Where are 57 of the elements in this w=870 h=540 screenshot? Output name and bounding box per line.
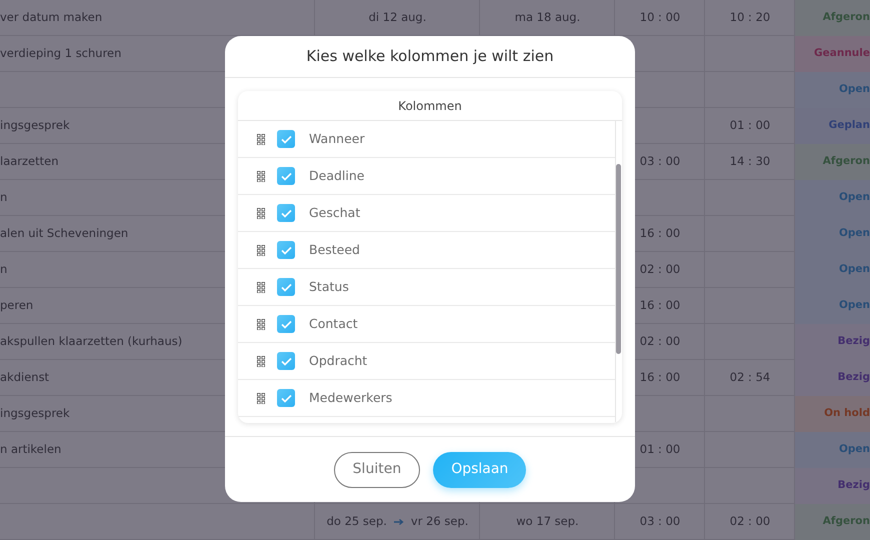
task-text: ingsgesprek [0,405,70,422]
column-label: Opdracht [309,352,368,370]
status-cell: Afgeron [795,144,870,180]
table-cell-text: 02 : 00 [638,333,682,350]
status-cell: Open [795,216,870,252]
status-cell: Open [795,252,870,288]
status-cell: Geplan [795,108,870,144]
table-cell-text: 16 : 00 [638,369,682,386]
column-label: Medewerkers [309,388,392,407]
table-cell-text: 16 : 00 [638,225,682,242]
status-cell: On hold [795,396,870,432]
modal-title: Kies welke kolommen je wilt zien [306,46,554,68]
table-cell-text: di 12 aug. [368,9,428,26]
status-cell: Bezig [795,360,870,396]
status-cell: Open [795,432,870,468]
column-label: Besteed [309,240,360,259]
table-cell-text: 02 : 00 [638,261,682,278]
column-label: Status [309,278,349,296]
date-text: do 25 sep. [326,513,387,530]
table-cell-text: ma 18 aug. [514,9,582,26]
status-cell: Afgeron [795,504,870,540]
table-cell-text: 10 : 20 [728,9,772,26]
task-text: ingsgesprek [0,117,70,134]
date-text: vr 26 sep. [410,513,468,530]
table-cell-text: 02 : 00 [728,513,772,530]
table-cell-text: 02 : 54 [728,369,772,386]
task-text: peren [0,297,34,314]
column-label: Wanneer [309,130,365,148]
task-text: ver datum maken [0,9,102,26]
table-cell-text: wo 17 sep. [515,513,580,530]
table-cell-text: 10 : 00 [638,9,682,26]
status-cell: Geannule [795,36,870,72]
table-cell-text: 16 : 00 [638,297,682,314]
close-button[interactable]: Sluiten [334,452,420,488]
list-header: Kolommen [398,98,462,114]
task-text: akdienst [0,369,50,386]
table-cell-text: 01 : 00 [728,117,772,134]
task-text: verdieping 1 schuren [0,45,122,62]
status-cell: Bezig [795,468,870,504]
status-cell: Bezig [795,324,870,360]
column-label: Deadline [309,166,364,185]
status-cell: Open [795,72,870,108]
column-label: Geschat [309,204,360,222]
task-text: n [0,189,8,206]
task-text: akspullen klaarzetten (kurhaus) [0,333,182,350]
status-cell: Open [795,180,870,216]
table-cell-text: 01 : 00 [638,441,682,458]
task-text: alen uit Scheveningen [0,225,128,242]
table-cell-text: 14 : 30 [728,153,772,170]
status-cell: Afgeron [795,0,870,36]
table-cell-text: 03 : 00 [638,153,682,170]
column-label: Contact [309,314,358,333]
table-cell-text: 03 : 00 [638,513,682,530]
task-text: n artikelen [0,441,62,458]
task-text: n [0,261,8,278]
status-cell: Open [795,288,870,324]
task-text: laarzetten [0,153,59,170]
